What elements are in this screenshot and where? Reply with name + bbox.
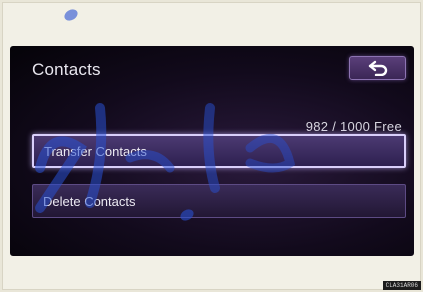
watermark-glyphs	[35, 103, 296, 213]
figure-code-label: CLA31AR06	[382, 281, 421, 290]
screen-title: Contacts	[32, 60, 101, 79]
return-arrow-icon	[368, 60, 387, 76]
free-count-label: 982 / 1000 Free	[305, 119, 402, 134]
back-button[interactable]	[349, 56, 406, 80]
